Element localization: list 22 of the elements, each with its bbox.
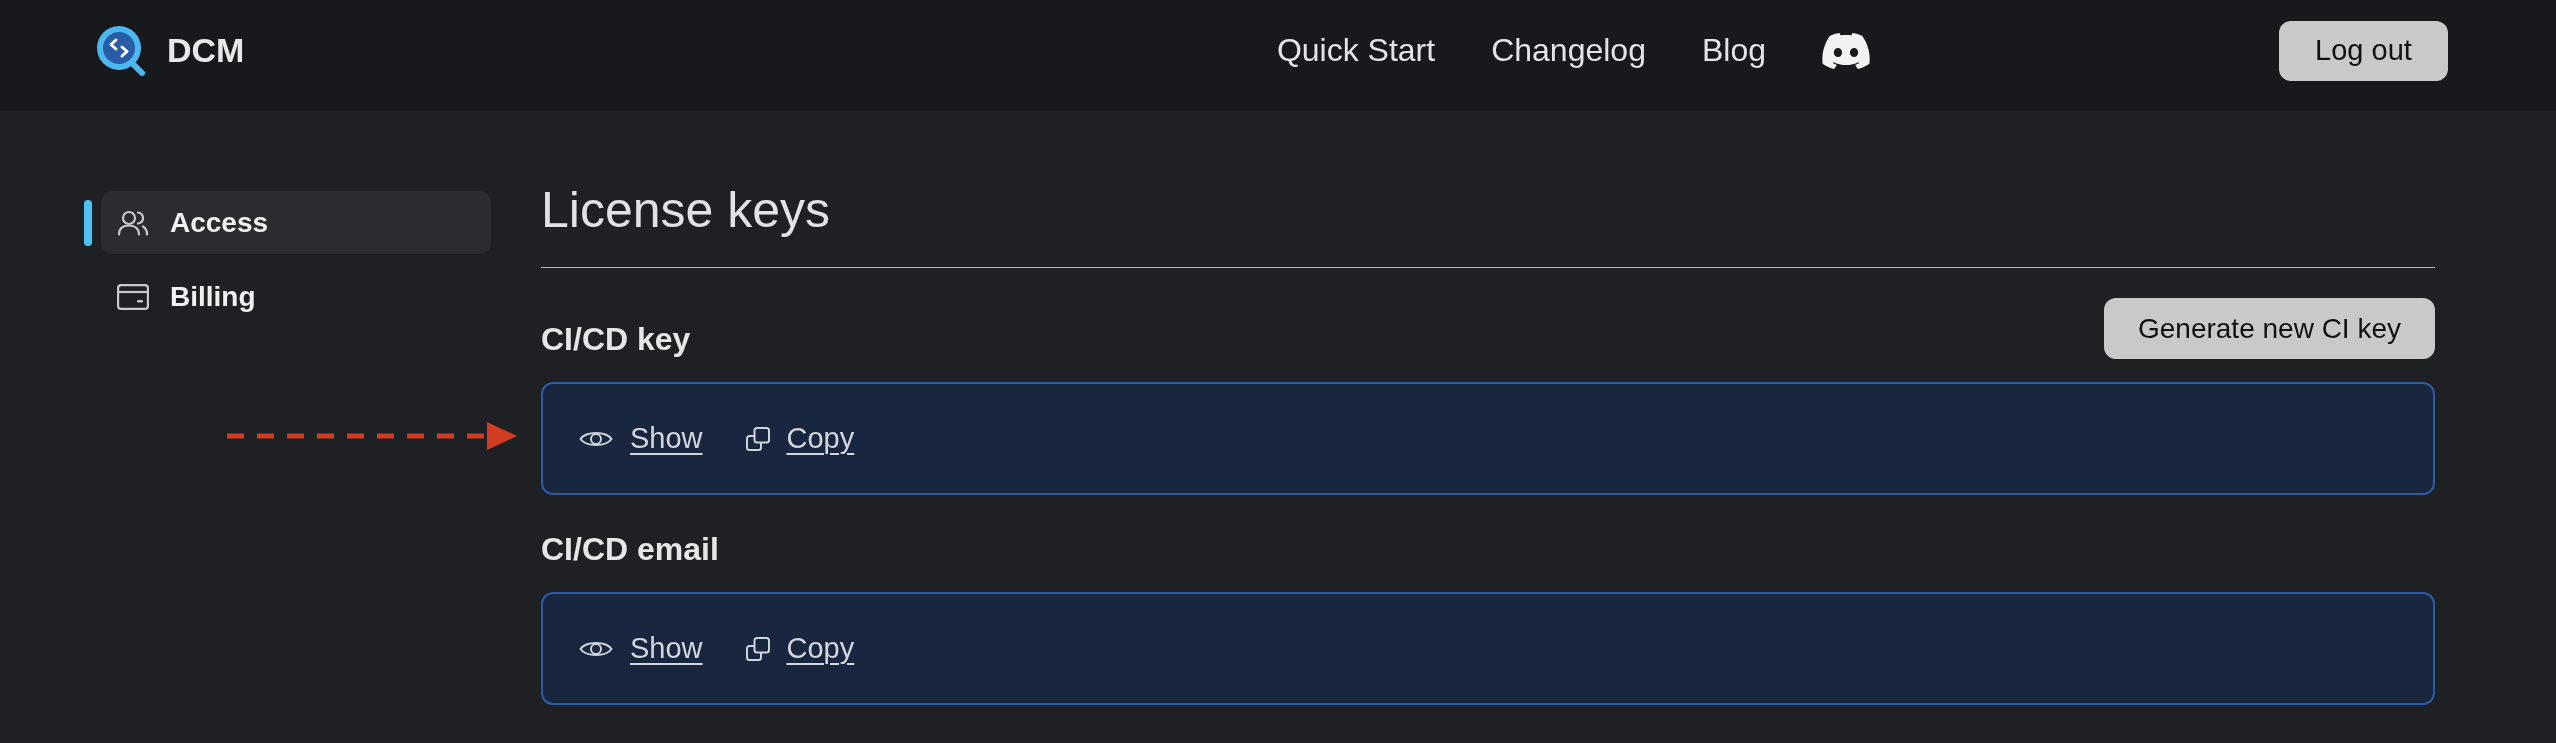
show-link[interactable]: Show <box>579 632 703 665</box>
logout-button[interactable]: Log out <box>2279 20 2448 81</box>
nav-link[interactable]: Quick Start <box>1276 32 1436 69</box>
nav-link[interactable]: Changelog <box>1491 32 1646 69</box>
magnifier-code-logo-icon <box>95 23 147 78</box>
brand-name[interactable]: DCM <box>167 31 245 70</box>
copy-icon <box>745 426 770 451</box>
copy-icon <box>745 636 770 661</box>
nav-link[interactable]: Blog <box>1701 32 1766 69</box>
card-icon <box>117 283 149 310</box>
page-title: License keys <box>541 181 832 239</box>
sidebar-item[interactable]: Billing <box>101 265 491 328</box>
sidebar-item[interactable]: Access <box>101 191 491 254</box>
section-heading: CI/CD key <box>541 320 691 359</box>
show-link[interactable]: Show <box>579 422 703 455</box>
controller-face-icon[interactable] <box>1822 32 1870 69</box>
people-icon <box>117 209 149 236</box>
copy-link[interactable]: Copy <box>745 632 855 665</box>
copy-link[interactable]: Copy <box>745 422 855 455</box>
section-heading: CI/CD email <box>541 530 719 569</box>
generate-key-button[interactable]: Generate new CI key <box>2103 298 2435 359</box>
selection-indicator <box>84 199 92 246</box>
